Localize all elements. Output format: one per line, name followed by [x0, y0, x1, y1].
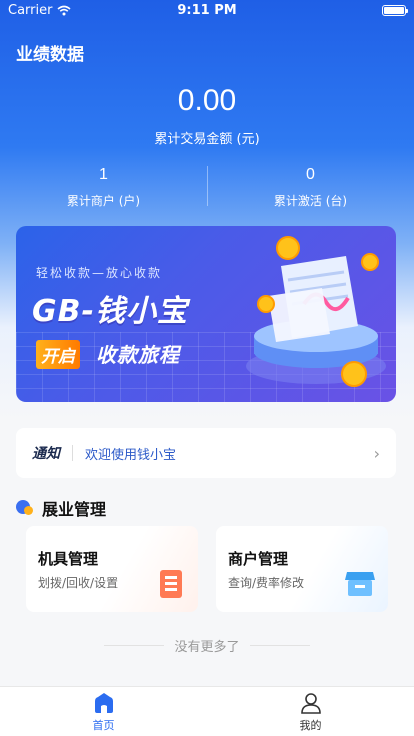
stats-divider	[207, 166, 208, 206]
chevron-right-icon: ›	[373, 443, 380, 463]
banner-headline: GB-钱小宝	[32, 294, 188, 329]
banner-tag: 开启	[36, 340, 80, 369]
merchants-stat: 1 累计商户 (户)	[0, 166, 207, 214]
section-title: 展业管理	[42, 500, 107, 519]
tab-profile-label: 我的	[299, 719, 322, 732]
shop-icon	[345, 572, 375, 596]
total-amount-label: 累计交易金额 (元)	[154, 132, 260, 147]
receipt-illustration	[246, 236, 386, 387]
device-management-card[interactable]: 机具管理 划拨/回收/设置	[26, 526, 198, 612]
tab-home[interactable]: 首页	[0, 687, 207, 736]
notice-bar[interactable]: 通知 欢迎使用钱小宝 ›	[16, 428, 396, 478]
activations-stat: 0 累计激活 (台)	[207, 166, 414, 214]
no-more-text: 没有更多了	[174, 640, 240, 655]
user-icon	[300, 693, 321, 714]
notice-separator	[72, 445, 73, 461]
notice-tag: 通知	[32, 446, 60, 462]
total-amount-value: 0.00	[177, 84, 237, 117]
merchant-management-card[interactable]: 商户管理 查询/费率修改	[216, 526, 388, 612]
merchants-label: 累计商户 (户)	[66, 194, 141, 208]
card-title: 商户管理	[228, 550, 289, 568]
section-icon	[16, 499, 34, 517]
section-header: 展业管理	[16, 496, 106, 520]
page-title: 业绩数据	[16, 45, 84, 65]
notice-message: 欢迎使用钱小宝	[85, 447, 177, 463]
divider-line	[104, 645, 165, 646]
no-more-indicator: 没有更多了	[0, 636, 414, 655]
device-icon	[160, 570, 182, 598]
status-time: 9:11 PM	[177, 3, 237, 18]
banner-subtitle: 轻松收款—放心收款	[36, 266, 163, 280]
merchants-count: 1	[99, 166, 108, 183]
tab-profile[interactable]: 我的	[207, 687, 414, 736]
home-icon	[94, 693, 113, 713]
promo-banner[interactable]: 轻松收款—放心收款 GB-钱小宝 开启 收款旅程	[16, 226, 396, 402]
divider-line	[249, 645, 310, 646]
card-title: 机具管理	[38, 550, 99, 568]
card-subtitle: 划拨/回收/设置	[38, 576, 119, 590]
status-bar: Carrier 9:11 PM	[0, 0, 414, 22]
activations-label: 累计激活 (台)	[273, 194, 348, 208]
banner-tagline: 收款旅程	[96, 343, 180, 367]
card-subtitle: 查询/费率修改	[228, 576, 305, 590]
activations-count: 0	[306, 166, 315, 183]
battery-icon	[382, 5, 408, 16]
tab-bar: 首页 我的	[0, 686, 414, 736]
tab-home-label: 首页	[92, 719, 115, 732]
